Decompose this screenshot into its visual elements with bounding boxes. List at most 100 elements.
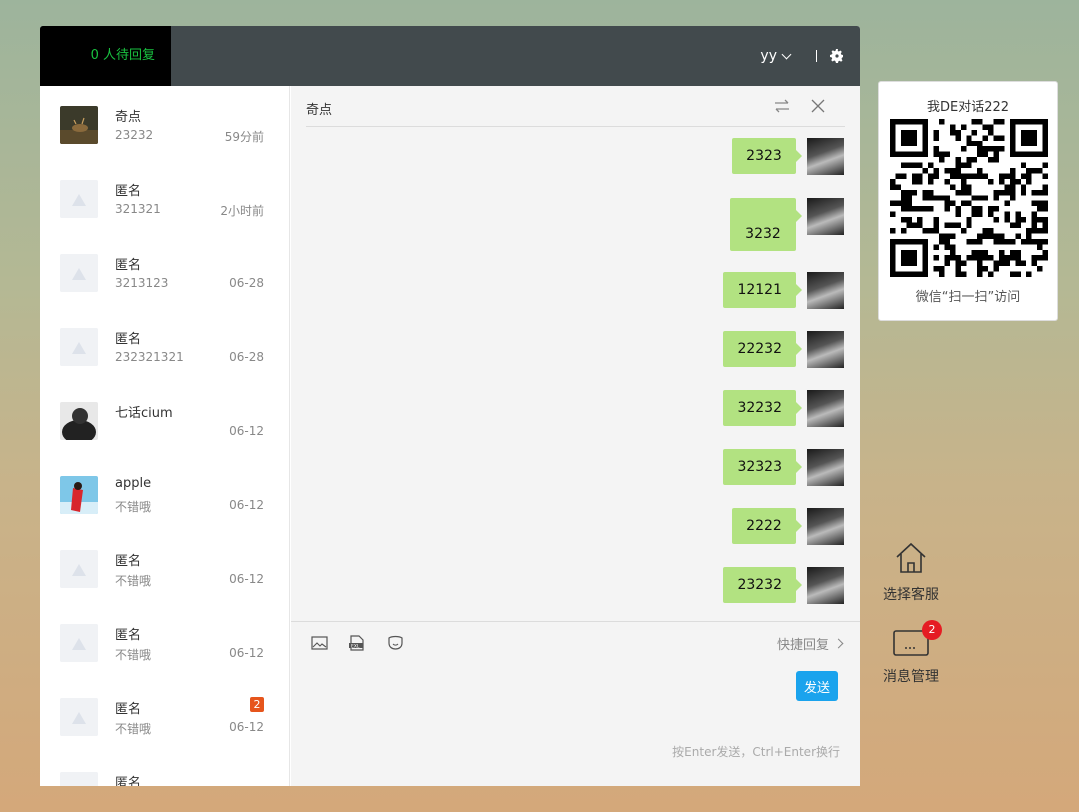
conversation-time: 06-28 (229, 350, 264, 364)
avatar (807, 331, 844, 368)
conversation-preview: 不错哦 (115, 574, 152, 588)
home-icon (896, 542, 926, 573)
conversation-time: 2小时前 (220, 204, 264, 218)
conversation-item[interactable]: 匿名不错哦 06-12 (40, 530, 289, 604)
conversation-preview: 23232 (115, 128, 154, 142)
conversation-item[interactable]: 匿名 (40, 752, 289, 786)
avatar (807, 508, 844, 545)
svg-text:EXL: EXL (351, 643, 360, 649)
message-count-badge: 2 (922, 620, 942, 640)
conversation-time: 06-12 (229, 498, 264, 512)
pending-reply-indicator[interactable]: 0 人待回复 (40, 26, 171, 86)
conversation-name: 匿名 (115, 258, 142, 273)
message-bubble: 23232 (723, 567, 802, 603)
send-button[interactable]: 发送 (796, 671, 838, 701)
conversation-time: 59分前 (224, 130, 264, 144)
avatar (60, 402, 98, 440)
conversation-item[interactable]: 奇点 23232 59分前 (40, 86, 289, 160)
chat-title: 奇点 (306, 103, 333, 118)
qr-caption: 微信“扫一扫”访问 (915, 290, 1021, 305)
quick-reply-label: 快捷回复 (776, 638, 829, 653)
message-bubble: 32323 (723, 449, 802, 485)
gear-icon[interactable] (829, 48, 845, 64)
conversation-item[interactable]: 七话cium 06-12 (40, 382, 289, 456)
qr-card: 我DE对话222 微信“扫一扫”访问 (878, 81, 1058, 321)
pending-label: 人待回复 (102, 48, 155, 63)
avatar (60, 180, 98, 218)
select-service-label: 选择客服 (883, 587, 939, 603)
chat-message: 3232 (730, 198, 844, 251)
chat-panel: 奇点 2323 3232 12121 22232 32232 32323 2222 23232… (291, 86, 860, 786)
chevron-right-icon (833, 638, 844, 649)
conversation-name: 匿名 (115, 628, 142, 643)
message-area: 2323 3232 12121 22232 32232 32323 2222 23232 (291, 138, 860, 608)
conversation-item[interactable]: apple 不错哦 06-12 (40, 456, 289, 530)
avatar (60, 328, 98, 366)
divider (816, 50, 817, 62)
message-bubble: 12121 (723, 272, 802, 308)
close-icon[interactable] (811, 99, 825, 113)
chat-message: 32323 (723, 449, 844, 486)
avatar (60, 550, 98, 588)
conversation-name: 匿名 (115, 776, 142, 786)
select-service-button[interactable]: 选择客服 (876, 540, 946, 604)
chevron-down-icon (781, 49, 792, 59)
message-bubble: 32232 (723, 390, 802, 426)
conversation-time: 06-12 (229, 424, 264, 438)
transfer-icon[interactable] (774, 99, 790, 113)
conversation-name: 匿名 (115, 184, 142, 199)
conversation-time: 06-12 (229, 646, 264, 660)
conversation-item[interactable]: 匿名 321321 2小时前 (40, 160, 289, 234)
avatar (807, 198, 844, 235)
conversation-item[interactable]: 匿名不错哦 06-12 2 (40, 678, 289, 752)
message-bubble: 3232 (730, 198, 802, 251)
chat-message: 2323 (732, 138, 844, 175)
qr-title: 我DE对话222 (926, 100, 1010, 115)
conversation-name: 匿名 (115, 332, 142, 347)
qr-code (890, 119, 1048, 277)
unread-badge: 2 (250, 697, 264, 712)
image-icon[interactable] (311, 635, 328, 651)
avatar (60, 106, 98, 144)
user-menu[interactable]: yy (760, 26, 792, 86)
avatar (807, 567, 844, 604)
avatar (807, 138, 844, 175)
conversation-preview: 321321 (115, 202, 161, 216)
conversation-time: 06-12 (229, 572, 264, 586)
chat-header: 奇点 (306, 86, 845, 127)
conversation-name: 七话cium (115, 406, 173, 421)
username: yy (760, 48, 777, 64)
avatar (60, 254, 98, 292)
conversation-preview: 不错哦 (115, 722, 152, 736)
avatar (60, 624, 98, 662)
conversation-item[interactable]: 匿名 3213123 06-28 (40, 234, 289, 308)
conversation-preview: 不错哦 (115, 648, 152, 662)
avatar (807, 449, 844, 486)
conversation-item[interactable]: 匿名不错哦 06-12 (40, 604, 289, 678)
file-excel-icon[interactable]: EXL (348, 635, 365, 651)
chat-window: 0 人待回复 yy 奇点 23232 59分前 匿名 321321 2小时前 匿名 32131… (40, 26, 860, 786)
chat-message: 12121 (723, 272, 844, 309)
message-bubble: 2222 (732, 508, 802, 544)
chat-message: 23232 (723, 567, 844, 604)
avatar (60, 698, 98, 736)
conversation-item[interactable]: 匿名 232321321 06-28 (40, 308, 289, 382)
conversation-preview: 不错哦 (115, 500, 152, 514)
input-hint: 按Enter发送，Ctrl+Enter换行 (672, 745, 840, 759)
input-toolbar: EXL 快捷回复 (291, 621, 860, 666)
message-management-button[interactable]: 2 消息管理 (876, 620, 946, 686)
conversation-preview: 232321321 (115, 350, 184, 364)
message-management-label: 消息管理 (883, 669, 939, 685)
conversation-time: 06-12 (229, 720, 264, 734)
emoji-icon[interactable] (387, 635, 404, 651)
chat-message: 32232 (723, 390, 844, 427)
avatar (60, 476, 98, 514)
conversation-name: 匿名 (115, 702, 142, 717)
chat-message: 2222 (732, 508, 844, 545)
avatar (807, 390, 844, 427)
pending-count: 0 (90, 48, 99, 63)
quick-reply-button[interactable]: 快捷回复 (776, 634, 844, 653)
message-bubble: 2323 (732, 138, 802, 174)
avatar (60, 772, 98, 786)
conversation-name: 匿名 (115, 554, 142, 569)
